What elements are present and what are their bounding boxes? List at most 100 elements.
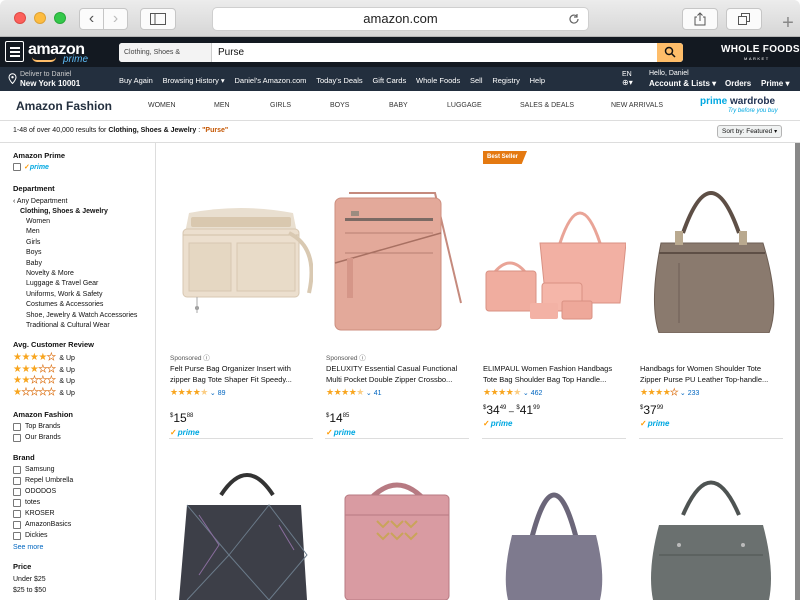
back-button[interactable]: ‹ (79, 8, 104, 30)
subnav-link[interactable]: Registry (492, 76, 520, 85)
brand-filter-checkbox[interactable] (13, 488, 21, 496)
product-price[interactable]: $3449 – $4199 (483, 403, 540, 417)
info-icon[interactable]: ⓘ (359, 355, 366, 362)
review-count[interactable]: ⌄ 89 (210, 390, 226, 397)
review-count[interactable]: ⌄ 462 (523, 390, 543, 397)
store-link-boys[interactable]: BOYS (330, 102, 349, 109)
subnav-link[interactable]: Gift Cards (372, 76, 406, 85)
product-price[interactable]: $3799 (640, 403, 663, 417)
product-rating[interactable]: ★★★★★ ⌄ 462 (483, 388, 542, 398)
review-filter-4-stars[interactable]: ★★★★★ & Up (13, 352, 75, 364)
reload-icon[interactable] (568, 13, 580, 25)
prime-wardrobe-logo[interactable]: prime wardrobe (700, 96, 775, 107)
whole-foods-logo[interactable]: WHOLE FOODS (721, 44, 800, 55)
department-link[interactable]: Women (26, 218, 50, 225)
search-button[interactable] (657, 43, 683, 62)
prime-nav-link[interactable]: Prime ▾ (761, 79, 789, 88)
department-link[interactable]: Girls (26, 239, 40, 246)
price-under-25-link[interactable]: Under $25 (13, 576, 46, 583)
subnav-link[interactable]: Help (530, 76, 545, 85)
hamburger-menu-button[interactable] (5, 41, 24, 62)
tabs-overview-button[interactable] (726, 8, 762, 30)
brand-filter-label[interactable]: KROSER (25, 510, 55, 517)
product-title[interactable]: Felt Purse Bag Organizer Insert with zipp… (170, 363, 314, 385)
brand-filter-label[interactable]: Dickies (25, 532, 48, 539)
subnav-link[interactable]: Sell (470, 76, 483, 85)
review-filter-3-stars[interactable]: ★★★★★ & Up (13, 364, 75, 376)
brand-filter-checkbox[interactable] (13, 532, 21, 540)
close-window-button[interactable] (14, 12, 26, 24)
price-25-50-link[interactable]: $25 to $50 (13, 587, 46, 594)
product-image[interactable] (639, 153, 783, 333)
share-button[interactable] (682, 8, 718, 30)
product-image[interactable] (325, 153, 469, 333)
department-link[interactable]: Traditional & Cultural Wear (26, 322, 110, 329)
product-title[interactable]: ELIMPAUL Women Fashion Handbags Tote Bag … (483, 363, 627, 385)
maximize-window-button[interactable] (54, 12, 66, 24)
prime-filter-label[interactable]: ✓prime (24, 163, 49, 171)
subnav-link[interactable]: Today's Deals (316, 76, 362, 85)
store-link-women[interactable]: WOMEN (148, 102, 176, 109)
subnav-link[interactable]: Daniel's Amazon.com (235, 76, 307, 85)
product-image[interactable] (482, 455, 626, 600)
new-tab-button[interactable]: + (776, 11, 800, 37)
product-image[interactable] (169, 153, 313, 333)
see-more-brands-link[interactable]: See more (13, 544, 43, 551)
search-department-select[interactable]: Clothing, Shoes & Jewelry▼ (119, 43, 212, 62)
subnav-link[interactable]: Whole Foods (416, 76, 460, 85)
product-rating[interactable]: ★★★★★ ⌄ 89 (170, 388, 225, 398)
brand-filter-label[interactable]: Samsung (25, 466, 55, 473)
department-link[interactable]: Shoe, Jewelry & Watch Accessories (26, 312, 137, 319)
store-link-men[interactable]: MEN (214, 102, 230, 109)
department-link[interactable]: Boys (26, 249, 42, 256)
review-filter-1-stars[interactable]: ★★★★★ & Up (13, 387, 75, 399)
store-title[interactable]: Amazon Fashion (16, 99, 112, 113)
subnav-link[interactable]: Browsing History ▾ (163, 76, 225, 85)
product-rating[interactable]: ★★★★★ ⌄ 233 (640, 387, 700, 398)
any-department-link[interactable]: ‹ Any Department (13, 198, 67, 205)
brand-filter-checkbox[interactable] (13, 499, 21, 507)
review-count[interactable]: ⌄ 233 (680, 390, 700, 397)
subnav-link[interactable]: Buy Again (119, 76, 153, 85)
language-selector[interactable]: EN ⊕▾ (622, 71, 633, 87)
product-title[interactable]: DELUXITY Essential Casual Functional Mult… (326, 363, 470, 385)
department-link[interactable]: Costumes & Accessories (26, 301, 103, 308)
deliver-to-location[interactable]: New York 10001 (20, 79, 80, 88)
address-bar[interactable]: amazon.com (212, 7, 589, 31)
fashion-filter-label[interactable]: Our Brands (25, 434, 61, 441)
fashion-filter-label[interactable]: Top Brands (25, 423, 60, 430)
review-filter-2-stars[interactable]: ★★★★★ & Up (13, 375, 75, 387)
sort-dropdown[interactable]: Sort by: Featured ▾ (717, 125, 782, 138)
fashion-filter-checkbox[interactable] (13, 434, 21, 442)
store-link-baby[interactable]: BABY (389, 102, 408, 109)
department-link[interactable]: Luggage & Travel Gear (26, 280, 98, 287)
orders-link[interactable]: Orders (725, 79, 751, 88)
product-title[interactable]: Handbags for Women Shoulder Tote Zipper P… (640, 363, 784, 385)
product-image[interactable] (482, 153, 626, 333)
brand-filter-checkbox[interactable] (13, 510, 21, 518)
brand-filter-label[interactable]: totes (25, 499, 40, 506)
product-image[interactable] (169, 455, 313, 600)
department-link[interactable]: Novelty & More (26, 270, 74, 277)
fashion-filter-checkbox[interactable] (13, 423, 21, 431)
sidebar-toggle-button[interactable] (140, 8, 176, 30)
info-icon[interactable]: ⓘ (203, 355, 210, 362)
product-price[interactable]: $1588 (170, 411, 193, 425)
minimize-window-button[interactable] (34, 12, 46, 24)
store-link-girls[interactable]: GIRLS (270, 102, 291, 109)
deliver-to-label[interactable]: Deliver to Daniel (20, 71, 71, 78)
search-input[interactable]: Purse (218, 43, 244, 62)
brand-filter-checkbox[interactable] (13, 466, 21, 474)
product-image[interactable] (325, 455, 469, 600)
product-price[interactable]: $1485 (326, 411, 349, 425)
prime-checkbox[interactable] (13, 163, 21, 171)
account-lists-link[interactable]: Account & Lists ▾ (649, 79, 716, 88)
store-link-new-arrivals[interactable]: NEW ARRIVALS (611, 102, 663, 109)
department-link[interactable]: Men (26, 228, 40, 235)
forward-button[interactable]: › (103, 8, 128, 30)
brand-filter-checkbox[interactable] (13, 477, 21, 485)
brand-filter-label[interactable]: ODODOS (25, 488, 56, 495)
brand-filter-label[interactable]: Repel Umbrella (25, 477, 73, 484)
store-link-sales[interactable]: SALES & DEALS (520, 102, 574, 109)
store-link-luggage[interactable]: LUGGAGE (447, 102, 482, 109)
